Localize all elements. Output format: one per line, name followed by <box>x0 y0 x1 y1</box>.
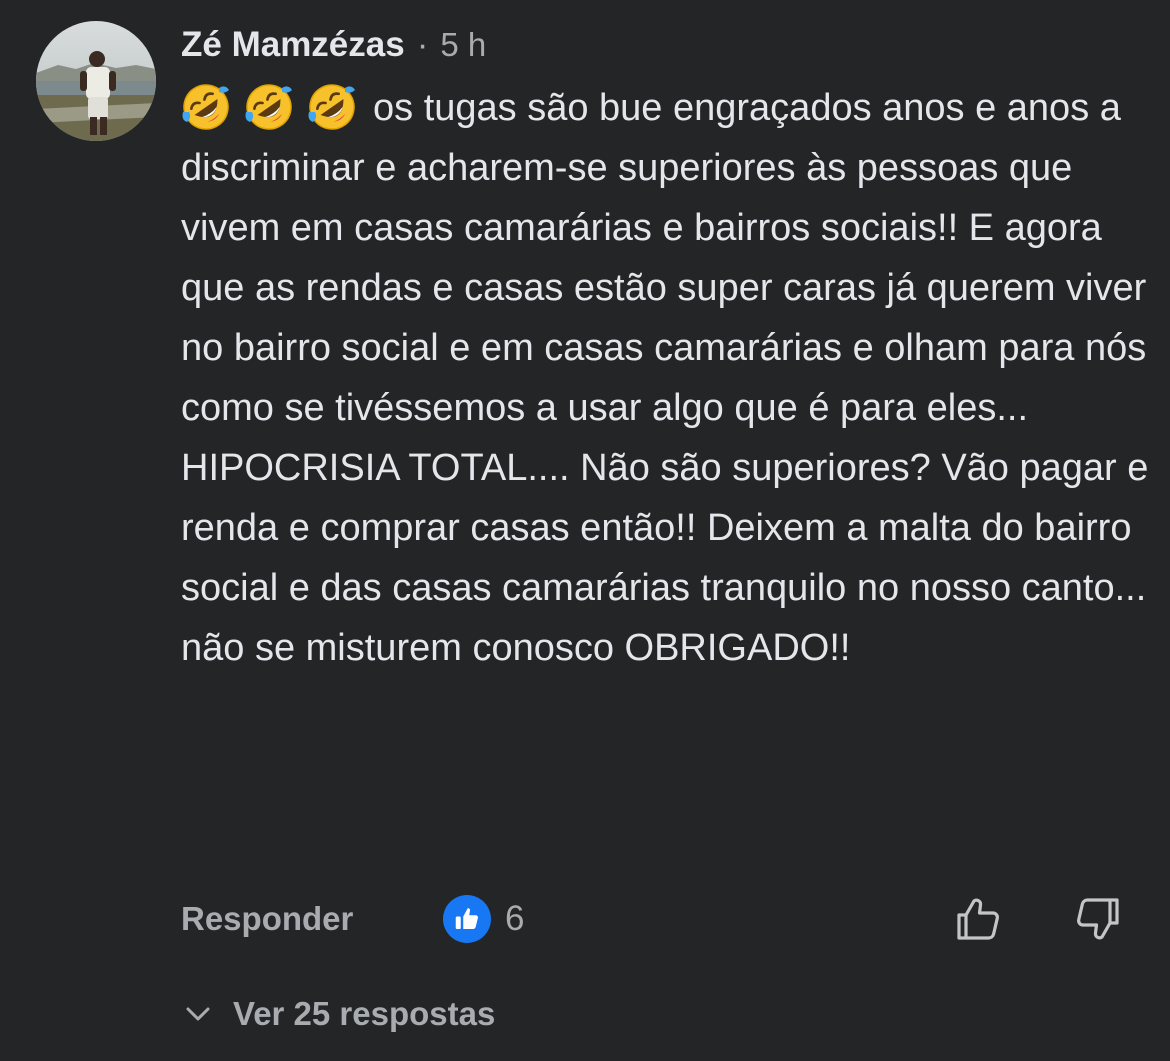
chevron-down-icon <box>186 1007 210 1021</box>
reaction-summary[interactable]: 6 <box>443 895 524 943</box>
comment: Zé Mamzézas · 5 h os tugas são bue engra… <box>0 0 1170 1061</box>
view-replies-label: Ver 25 respostas <box>233 995 496 1032</box>
thumb-down-outline-icon[interactable] <box>1072 893 1124 945</box>
comment-header: Zé Mamzézas · 5 h <box>181 20 486 70</box>
like-thumb-icon <box>443 895 491 943</box>
comment-body: os tugas são bue engraçados anos e anos … <box>181 78 1151 678</box>
rolling-on-floor-laughing-emoji <box>308 84 355 130</box>
reply-button[interactable]: Responder <box>181 896 353 942</box>
reaction-count: 6 <box>505 899 525 938</box>
view-replies-button[interactable]: Ver 25 respostas <box>183 990 495 1038</box>
thumb-up-outline-icon[interactable] <box>952 893 1004 945</box>
meta-separator: · <box>416 25 429 64</box>
rolling-on-floor-laughing-emoji <box>182 84 229 130</box>
avatar[interactable] <box>36 21 156 141</box>
rolling-on-floor-laughing-emoji <box>245 84 292 130</box>
timestamp[interactable]: 5 h <box>440 26 486 64</box>
author-name[interactable]: Zé Mamzézas <box>181 25 405 65</box>
comment-text: os tugas são bue engraçados anos e anos … <box>181 87 1149 669</box>
emoji-group <box>181 82 357 132</box>
